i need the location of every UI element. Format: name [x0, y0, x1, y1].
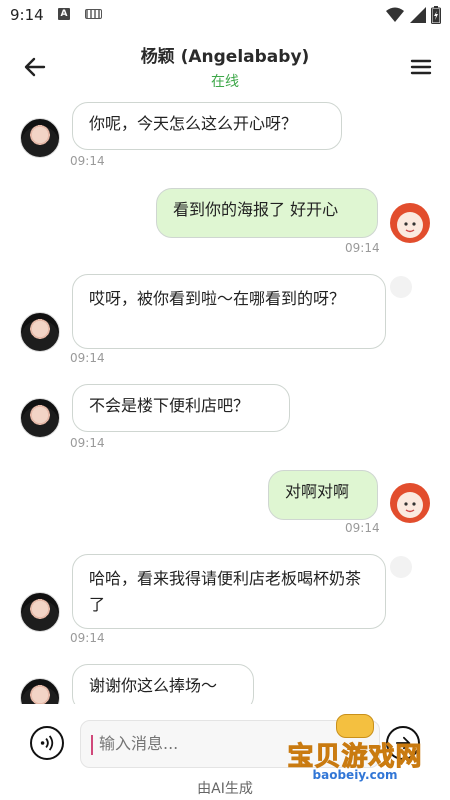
message-time: 09:14 [345, 241, 380, 255]
menu-icon[interactable] [408, 54, 434, 80]
contact-avatar[interactable] [20, 312, 60, 352]
user-avatar[interactable] [389, 482, 431, 524]
contact-avatar[interactable] [20, 398, 60, 438]
ai-sparkle-icon [390, 276, 412, 298]
message-input-box[interactable] [80, 720, 380, 768]
message-bubble-incoming[interactable]: 不会是楼下便利店吧？ [72, 384, 290, 432]
message-time: 09:14 [70, 351, 105, 365]
message-time: 09:14 [70, 631, 105, 645]
status-bar: 9:14 A [0, 0, 450, 32]
message-bubble-incoming[interactable]: 谢谢你这么捧场～ [72, 664, 254, 704]
message-bubble-incoming[interactable]: 你呢，今天怎么这么开心呀？ [72, 102, 342, 150]
message-list[interactable]: 你呢，今天怎么这么开心呀？ 09:14 看到你的海报了 好开心 09:14 哎呀… [0, 98, 450, 704]
message-input[interactable] [97, 733, 351, 754]
message-time: 09:14 [345, 521, 380, 535]
message-bubble-outgoing[interactable]: 对啊对啊 [268, 470, 378, 520]
message-bubble-outgoing[interactable]: 看到你的海报了 好开心 [156, 188, 378, 238]
wifi-icon [386, 7, 404, 22]
ai-sparkle-icon [390, 556, 412, 578]
chat-header: 杨颖 (Angelababy) 在线 [0, 32, 450, 98]
signal-icon [410, 7, 426, 23]
text-caret [91, 735, 93, 755]
ai-generated-label: 由AI生成 [197, 781, 253, 797]
message-bubble-incoming[interactable]: 哎呀，被你看到啦～在哪看到的呀？ [72, 274, 386, 349]
notification-a-icon: A [58, 8, 70, 20]
contact-name: 杨颖 (Angelababy) [140, 47, 310, 67]
message-time: 09:14 [70, 154, 105, 168]
battery-icon [431, 6, 441, 24]
user-avatar[interactable] [389, 202, 431, 244]
online-status: 在线 [211, 74, 239, 90]
status-time: 9:14 [10, 6, 44, 24]
contact-avatar[interactable] [20, 592, 60, 632]
input-bar: 由AI生成 [0, 704, 450, 800]
contact-avatar[interactable] [20, 118, 60, 158]
send-icon[interactable] [386, 726, 420, 760]
voice-input-icon[interactable] [30, 726, 64, 760]
contact-avatar[interactable] [20, 678, 60, 704]
keyboard-icon [85, 9, 102, 19]
message-time: 09:14 [70, 436, 105, 450]
message-bubble-incoming[interactable]: 哈哈，看来我得请便利店老板喝杯奶茶了 [72, 554, 386, 629]
